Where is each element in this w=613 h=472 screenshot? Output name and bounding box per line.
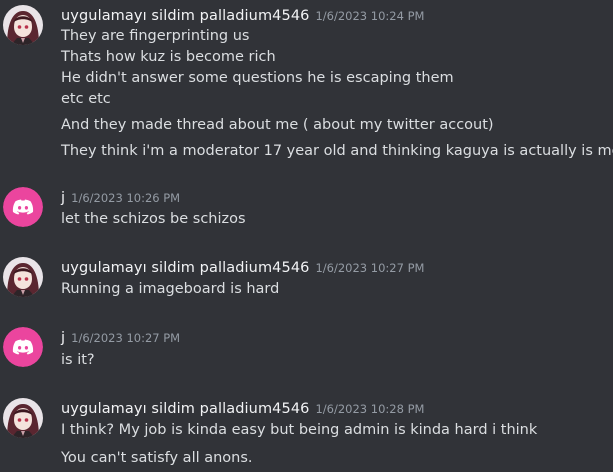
message-header: j 1/6/2023 10:27 PM [61,327,180,347]
chat-message-list: uygulamayı sildim palladium4546 1/6/2023 … [0,0,613,472]
author-name[interactable]: j [61,330,65,346]
message-timestamp[interactable]: 1/6/2023 10:24 PM [315,9,424,23]
author-name[interactable]: uygulamayı sildim palladium4546 [61,401,309,417]
message-text: They think i'm a moderator 17 year old a… [61,143,613,159]
discord-logo-avatar[interactable] [3,327,43,367]
message-header: uygulamayı sildim palladium4546 1/6/2023 … [61,257,424,277]
message-header: j 1/6/2023 10:26 PM [61,187,180,207]
message-text: is it? [61,352,95,368]
message-text: You can't satisfy all anons. [61,450,253,466]
anime-girl-avatar[interactable] [3,257,43,297]
message-text: I think? My job is kinda easy but being … [61,422,538,438]
author-name[interactable]: uygulamayı sildim palladium4546 [61,8,309,24]
message-header: uygulamayı sildim palladium4546 1/6/2023 … [61,398,424,418]
message-text: They are fingerprinting us [61,28,250,44]
message-text: Thats how kuz is become rich [61,49,276,65]
message-timestamp[interactable]: 1/6/2023 10:27 PM [315,261,424,275]
message-text: let the schizos be schizos [61,211,246,227]
anime-girl-avatar[interactable] [3,5,43,45]
message-text: He didn't answer some questions he is es… [61,70,454,86]
discord-logo-avatar[interactable] [3,187,43,227]
message-text: And they made thread about me ( about my… [61,117,494,133]
message-header: uygulamayı sildim palladium4546 1/6/2023 … [61,5,424,25]
message-text: etc etc [61,91,111,107]
anime-girl-avatar[interactable] [3,398,43,438]
message-timestamp[interactable]: 1/6/2023 10:26 PM [71,191,180,205]
message-timestamp[interactable]: 1/6/2023 10:27 PM [71,331,180,345]
message-text: Running a imageboard is hard [61,281,280,297]
author-name[interactable]: j [61,190,65,206]
message-timestamp[interactable]: 1/6/2023 10:28 PM [315,402,424,416]
author-name[interactable]: uygulamayı sildim palladium4546 [61,260,309,276]
